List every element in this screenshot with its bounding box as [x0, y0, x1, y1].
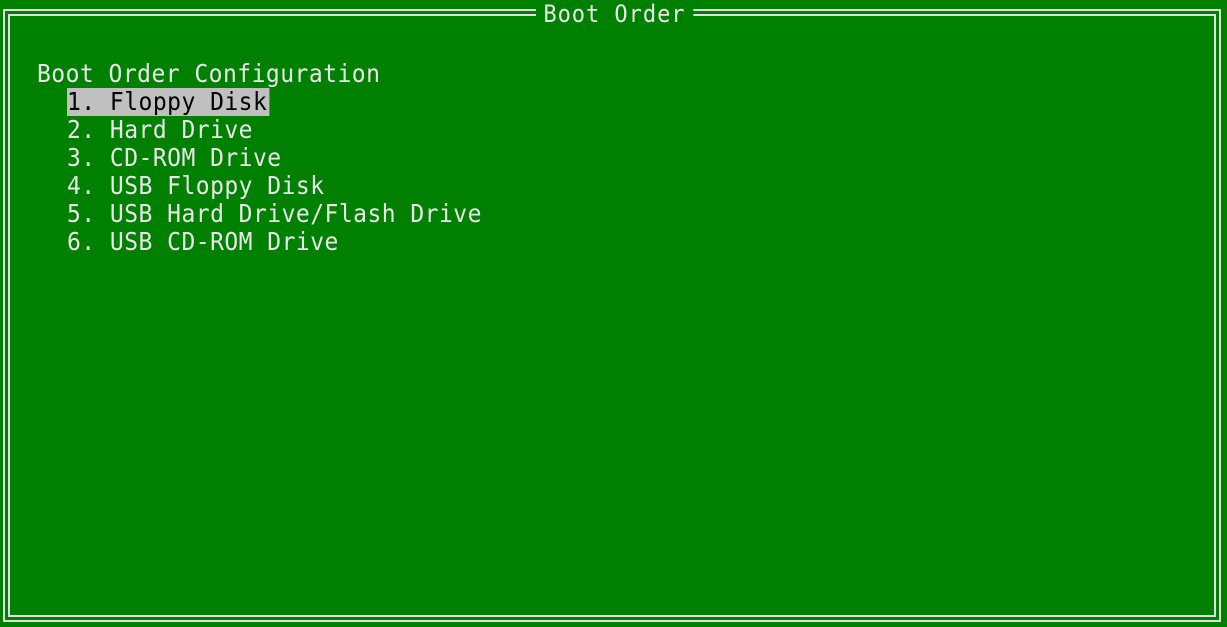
boot-item-hard-drive[interactable]: 2. Hard Drive: [67, 116, 253, 144]
bios-screen: Boot Order Boot Order Configuration 1. F…: [0, 0, 1227, 627]
boot-item-cd-rom-drive[interactable]: 3. CD-ROM Drive: [67, 144, 282, 172]
boot-item-floppy-disk[interactable]: 1. Floppy Disk: [67, 88, 270, 116]
boot-item-usb-cd-rom-drive[interactable]: 6. USB CD-ROM Drive: [67, 228, 339, 256]
boot-item-usb-hard-drive-flash-drive[interactable]: 5. USB Hard Drive/Flash Drive: [67, 200, 482, 228]
boot-item-usb-floppy-disk[interactable]: 4. USB Floppy Disk: [67, 172, 325, 200]
boot-device-list: 1. Floppy Disk 2. Hard Drive 3. CD-ROM D…: [67, 88, 518, 256]
window-title: Boot Order: [536, 0, 693, 28]
section-heading: Boot Order Configuration: [37, 59, 381, 88]
boot-order-panel: Boot Order Configuration 1. Floppy Disk …: [37, 60, 518, 256]
